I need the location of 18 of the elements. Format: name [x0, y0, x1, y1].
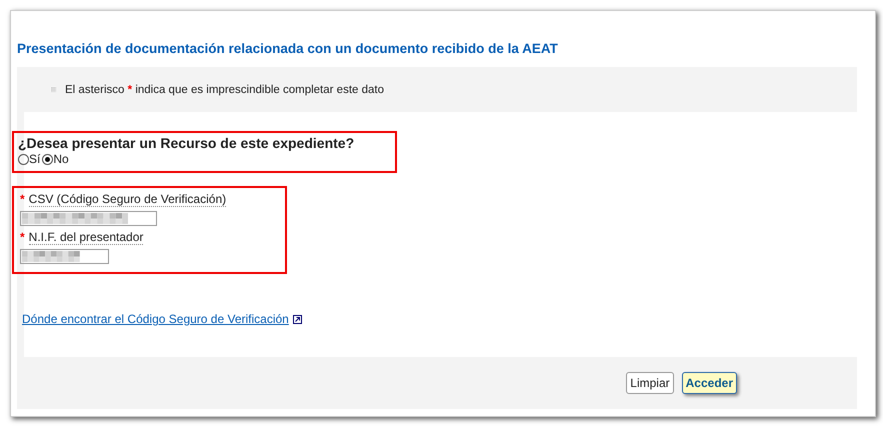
required-asterisk: *: [20, 230, 25, 245]
page-title: Presentación de documentación relacionada con un documento recibido de la AEAT: [17, 40, 559, 58]
bullet-icon: [51, 87, 56, 92]
radio-button[interactable]: [18, 154, 29, 164]
help-link[interactable]: Dónde encontrar el Código Seguro de Verificación: [20, 312, 289, 326]
clear-button[interactable]: Limpiar: [626, 372, 674, 394]
field-label: N.I.F. del presentador: [28, 230, 144, 245]
external-link-icon: [292, 314, 302, 324]
required-note: El asterisco * indica que es imprescindible completar este dato: [65, 84, 384, 96]
radio-button[interactable]: [42, 154, 54, 164]
required-asterisk: *: [20, 192, 25, 207]
submit-button[interactable]: Acceder: [682, 372, 737, 394]
question-label: ¿Desea presentar un Recurso de este expediente?: [18, 135, 356, 151]
radio-label: No: [53, 152, 69, 166]
input-field[interactable]: [20, 249, 109, 264]
input-field[interactable]: [20, 211, 157, 226]
radio-label: Sí: [29, 152, 40, 166]
field-label: CSV (Código Seguro de Verificación): [28, 192, 226, 207]
